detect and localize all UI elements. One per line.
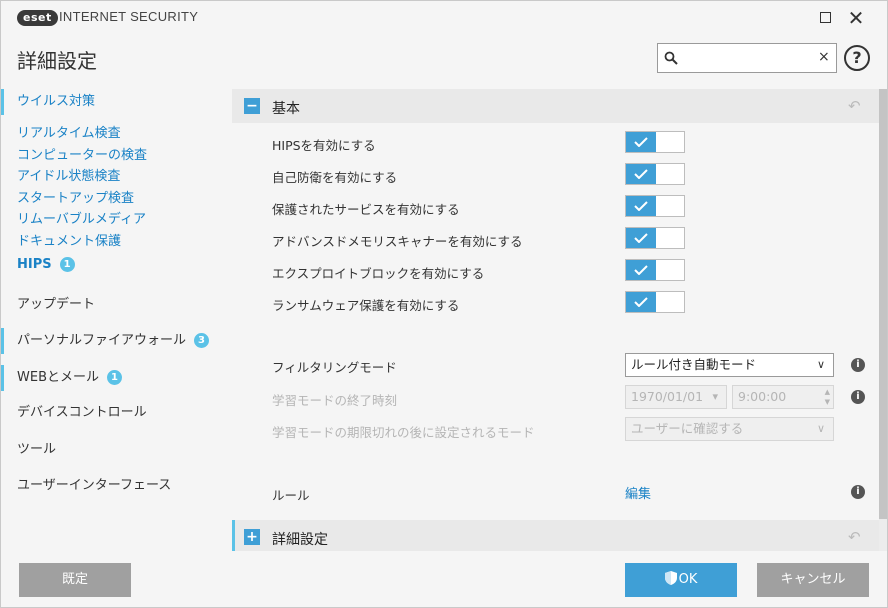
check-icon	[634, 265, 648, 275]
sidebar-subitem-realtime[interactable]: リアルタイム検査	[17, 124, 121, 144]
cancel-button[interactable]: キャンセル	[757, 563, 869, 597]
exploit-blocker-label: エクスプロイトブロックを有効にする	[272, 266, 485, 281]
filtering-mode-label: フィルタリングモード	[272, 360, 397, 375]
search-input[interactable]	[682, 47, 812, 69]
filtering-mode-select[interactable]: ルール付き自動モード ∨	[625, 353, 834, 377]
filtering-mode-info-icon[interactable]: i	[851, 358, 865, 372]
hips-enable-label: HIPSを有効にする	[272, 138, 376, 153]
chevron-down-icon: ∨	[816, 358, 825, 371]
title-bar: eset INTERNET SECURITY ✕	[1, 1, 887, 35]
learning-mode-end-time-value: 9:00:00	[738, 389, 787, 404]
sidebar-item-user-interface[interactable]: ユーザーインターフェース	[1, 473, 221, 499]
check-icon	[634, 297, 648, 307]
sidebar-item-firewall-label: パーソナルファイアウォール	[17, 333, 187, 348]
protected-service-label: 保護されたサービスを有効にする	[272, 202, 460, 217]
ransomware-shield-toggle[interactable]	[625, 291, 685, 313]
learning-mode-end-label: 学習モードの終了時刻	[272, 393, 398, 408]
section-basic-title: 基本	[272, 101, 300, 117]
page-title: 詳細設定	[17, 49, 97, 73]
check-icon	[634, 137, 648, 147]
learning-mode-end-date[interactable]: 1970/01/01 ▾	[625, 385, 727, 409]
maximize-button[interactable]	[813, 7, 837, 29]
ok-button-label: OK	[678, 572, 698, 587]
default-button[interactable]: 既定	[19, 563, 131, 597]
hips-badge: 1	[59, 257, 75, 272]
sidebar-subitem-hips[interactable]: HIPS 1	[17, 255, 75, 275]
chevron-down-icon: ▾	[712, 390, 718, 403]
rules-edit-link[interactable]: 編集	[625, 483, 651, 502]
self-defense-label: 自己防衛を有効にする	[272, 170, 398, 185]
after-learning-mode-select[interactable]: ユーザーに確認する ∨	[625, 417, 834, 441]
search-clear-button[interactable]: ×	[818, 49, 830, 65]
sidebar-item-web-mail-label: WEBとメール	[17, 370, 99, 385]
advanced-memory-scanner-toggle[interactable]	[625, 227, 685, 249]
chevron-down-icon: ∨	[816, 422, 825, 435]
sidebar-item-tools[interactable]: ツール	[1, 437, 221, 463]
self-defense-toggle[interactable]	[625, 163, 685, 185]
sidebar-subitem-hips-label: HIPS	[17, 257, 52, 272]
ok-button[interactable]: OK	[625, 563, 737, 597]
check-icon	[634, 201, 648, 211]
app-window: eset INTERNET SECURITY ✕ 詳細設定 × ? ウイルス対策…	[0, 0, 888, 608]
shield-icon	[664, 571, 677, 585]
settings-panel: − 基本 ↶ HIPSを有効にする 自己防衛を有効にする 保護されたサービスを有…	[232, 89, 879, 551]
eset-logo: eset	[17, 10, 58, 26]
learning-mode-end-info-icon[interactable]: i	[851, 390, 865, 404]
sidebar-item-update[interactable]: アップデート	[1, 292, 221, 318]
help-icon[interactable]: ?	[844, 45, 870, 71]
sidebar-subitem-removable-media[interactable]: リムーバブルメディア	[17, 210, 146, 230]
sidebar-subitem-computer-scan[interactable]: コンピューターの検査	[17, 146, 147, 166]
sidebar-subitem-idle-scan[interactable]: アイドル状態検査	[17, 167, 120, 187]
check-icon	[634, 169, 648, 179]
section-advanced-title: 詳細設定	[272, 532, 328, 548]
check-icon	[634, 233, 648, 243]
hips-enable-toggle[interactable]	[625, 131, 685, 153]
filtering-mode-value: ルール付き自動モード	[631, 357, 757, 372]
sidebar-item-web-mail[interactable]: WEBとメール 1	[1, 365, 221, 391]
sidebar-subitem-document-protection[interactable]: ドキュメント保護	[17, 232, 121, 252]
reset-icon[interactable]: ↶	[848, 97, 861, 115]
sidebar-item-firewall[interactable]: パーソナルファイアウォール 3	[1, 328, 221, 354]
sidebar-subitem-startup-scan[interactable]: スタートアップ検査	[17, 189, 134, 209]
reset-icon[interactable]: ↶	[848, 528, 861, 546]
ransomware-shield-label: ランサムウェア保護を有効にする	[272, 298, 460, 313]
advanced-memory-scanner-label: アドバンスドメモリスキャナーを有効にする	[272, 234, 523, 249]
maximize-icon	[819, 12, 831, 23]
exploit-blocker-toggle[interactable]	[625, 259, 685, 281]
collapse-icon[interactable]: −	[244, 98, 260, 114]
search-box: ×	[657, 43, 837, 73]
web-mail-badge: 1	[107, 370, 122, 385]
section-basic-header[interactable]: − 基本 ↶	[232, 89, 879, 123]
learning-mode-end-date-value: 1970/01/01	[631, 389, 704, 404]
rules-label: ルール	[272, 488, 310, 503]
firewall-badge: 3	[194, 333, 210, 348]
protected-service-toggle[interactable]	[625, 195, 685, 217]
after-learning-mode-value: ユーザーに確認する	[631, 421, 744, 436]
vertical-scrollbar[interactable]	[879, 89, 887, 551]
sidebar-item-antivirus[interactable]: ウイルス対策	[1, 89, 221, 115]
section-advanced-header[interactable]: + 詳細設定 ↶	[232, 520, 879, 551]
spinner-icon: ▲ ▼	[824, 388, 830, 406]
learning-mode-end-time[interactable]: 9:00:00 ▲ ▼	[732, 385, 834, 409]
search-icon	[664, 51, 678, 65]
app-title: INTERNET SECURITY	[59, 9, 199, 24]
scrollbar-thumb[interactable]	[879, 89, 887, 519]
close-button[interactable]: ✕	[844, 7, 868, 29]
sidebar-item-device-control[interactable]: デバイスコントロール	[1, 400, 221, 426]
expand-icon[interactable]: +	[244, 529, 260, 545]
rules-info-icon[interactable]: i	[851, 485, 865, 499]
after-learning-mode-label: 学習モードの期限切れの後に設定されるモード	[272, 425, 535, 440]
